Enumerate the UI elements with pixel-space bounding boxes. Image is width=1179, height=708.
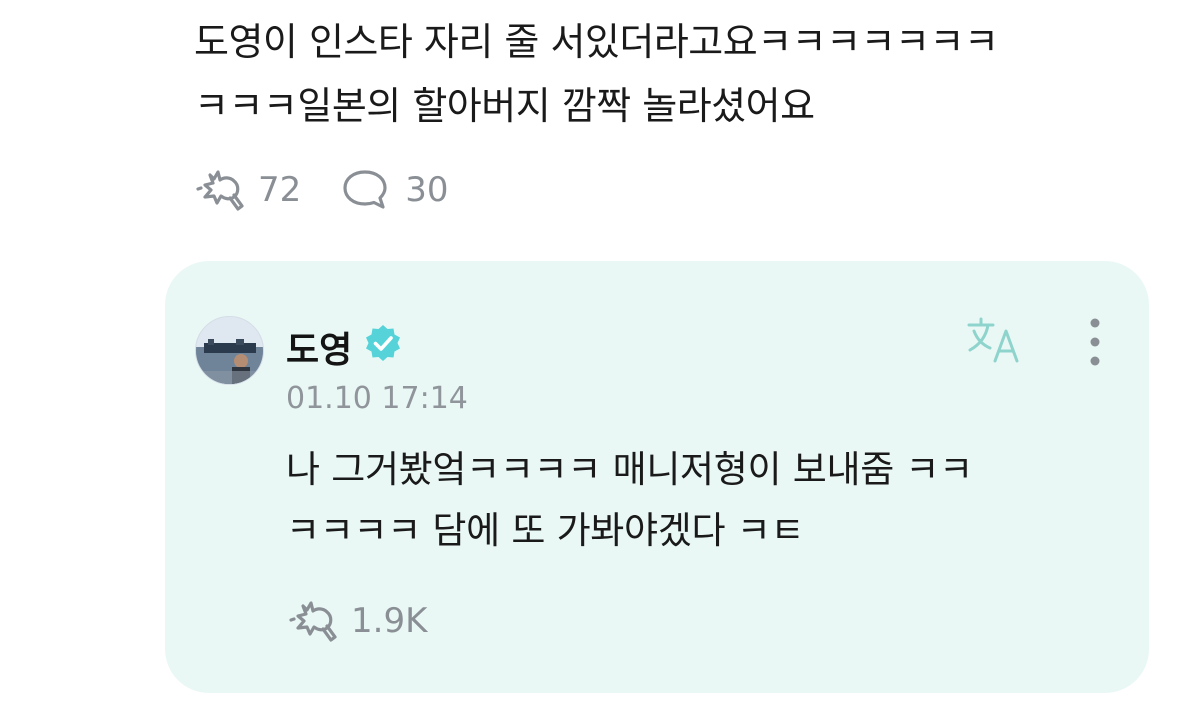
post-comment-button[interactable]: 30 — [339, 167, 449, 213]
reply-timestamp: 01.10 17:14 — [286, 381, 468, 416]
reply-actions: 1.9K — [285, 597, 465, 645]
post-actions: 72 30 — [192, 166, 487, 214]
comment-icon — [339, 167, 393, 213]
post-comment-count: 30 — [405, 170, 449, 210]
like-icon — [192, 167, 246, 213]
reply-author-name[interactable]: 도영 — [286, 321, 352, 373]
post-text: 도영이 인스타 자리 줄 서있더라고요ㅋㅋㅋㅋㅋㅋㅋ ㅋㅋㅋ일본의 할아버지 깜… — [194, 10, 1134, 138]
post-text-line-1: 도영이 인스타 자리 줄 서있더라고요ㅋㅋㅋㅋㅋㅋㅋ — [194, 20, 999, 64]
reply-like-button[interactable]: 1.9K — [285, 598, 427, 644]
post-like-count: 72 — [258, 170, 302, 210]
more-vertical-icon[interactable] — [1083, 315, 1107, 369]
reply-like-count: 1.9K — [351, 601, 428, 641]
post-text-line-2: ㅋㅋㅋ일본의 할아버지 깜짝 놀라셨어요 — [194, 84, 815, 128]
reply-text-line-2: ㅋㅋㅋㅋ 담에 또 가봐야겠다 ㅋㅌ — [286, 509, 805, 552]
avatar[interactable] — [195, 316, 264, 385]
reply-text: 나 그거봤엌ㅋㅋㅋㅋ 매니저형이 보내줌 ㅋㅋ ㅋㅋㅋㅋ 담에 또 가봐야겠다 … — [286, 439, 1106, 561]
translate-icon[interactable] — [965, 315, 1027, 367]
verified-badge-icon — [363, 323, 403, 363]
post-like-button[interactable]: 72 — [192, 167, 301, 213]
reply-card: 도영 01.10 17:14 나 그거봤엌ㅋㅋㅋㅋ 매니저형이 보내줌 ㅋㅋ ㅋ… — [165, 261, 1149, 693]
like-icon — [285, 598, 339, 644]
reply-text-line-1: 나 그거봤엌ㅋㅋㅋㅋ 매니저형이 보내줌 ㅋㅋ — [286, 448, 973, 491]
